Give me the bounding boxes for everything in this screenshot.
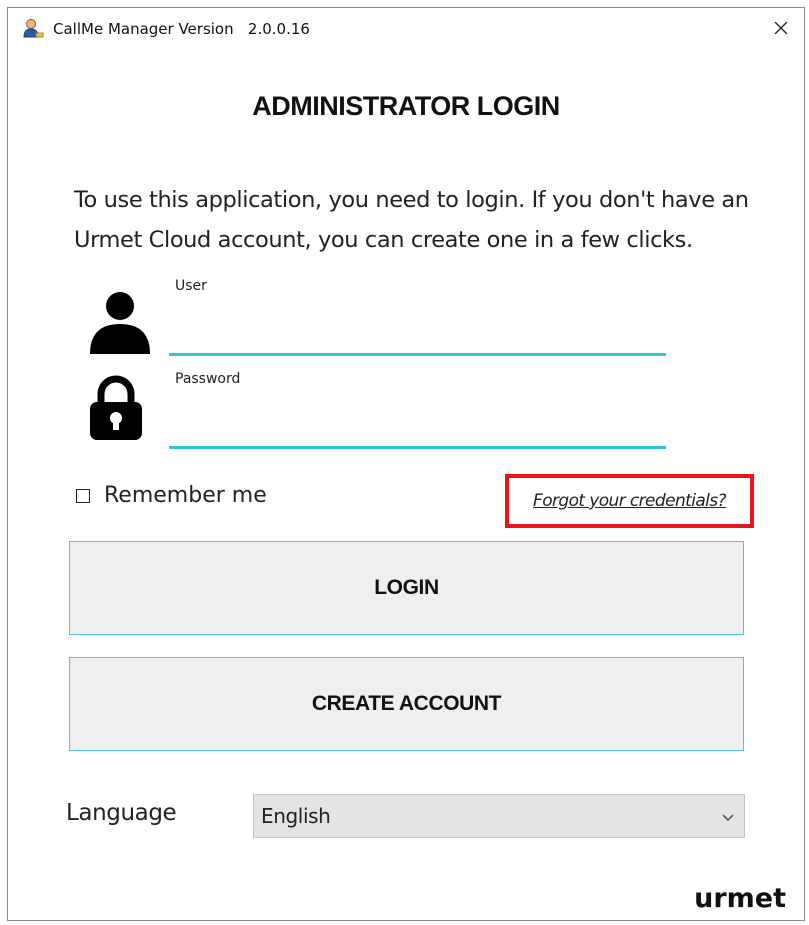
user-input[interactable] (169, 320, 666, 356)
remember-me-label: Remember me (104, 483, 267, 508)
title-bar: CallMe Manager Version 2.0.0.16 (8, 8, 804, 52)
urmet-logo: urmet (694, 883, 786, 914)
login-button[interactable]: LOGIN (69, 541, 744, 635)
person-icon (87, 288, 153, 354)
chevron-down-icon[interactable] (721, 809, 735, 823)
password-input[interactable] (169, 413, 666, 449)
logo-text: urmet (694, 883, 786, 914)
page-title: ADMINISTRATOR LOGIN (252, 91, 560, 121)
forgot-credentials-highlight: Forgot your credentials? (505, 474, 754, 528)
login-window: CallMe Manager Version 2.0.0.16 ADMINIST… (7, 7, 805, 921)
create-account-button[interactable]: CREATE ACCOUNT (69, 657, 744, 751)
forgot-credentials-link[interactable]: Forgot your credentials? (533, 491, 726, 511)
window-title: CallMe Manager Version 2.0.0.16 (53, 20, 310, 38)
user-label: User (175, 278, 207, 294)
language-selected-value: English (261, 804, 331, 828)
close-icon[interactable] (773, 20, 789, 40)
intro-text: To use this application, you need to log… (74, 187, 749, 253)
password-label: Password (175, 371, 241, 387)
language-select[interactable]: English (253, 794, 745, 838)
language-label: Language (66, 800, 177, 826)
user-manager-icon (22, 18, 44, 40)
lock-icon (87, 374, 145, 442)
remember-me-checkbox[interactable]: Remember me (76, 483, 267, 508)
checkbox-box[interactable] (76, 488, 90, 503)
close-button[interactable] (758, 8, 804, 52)
